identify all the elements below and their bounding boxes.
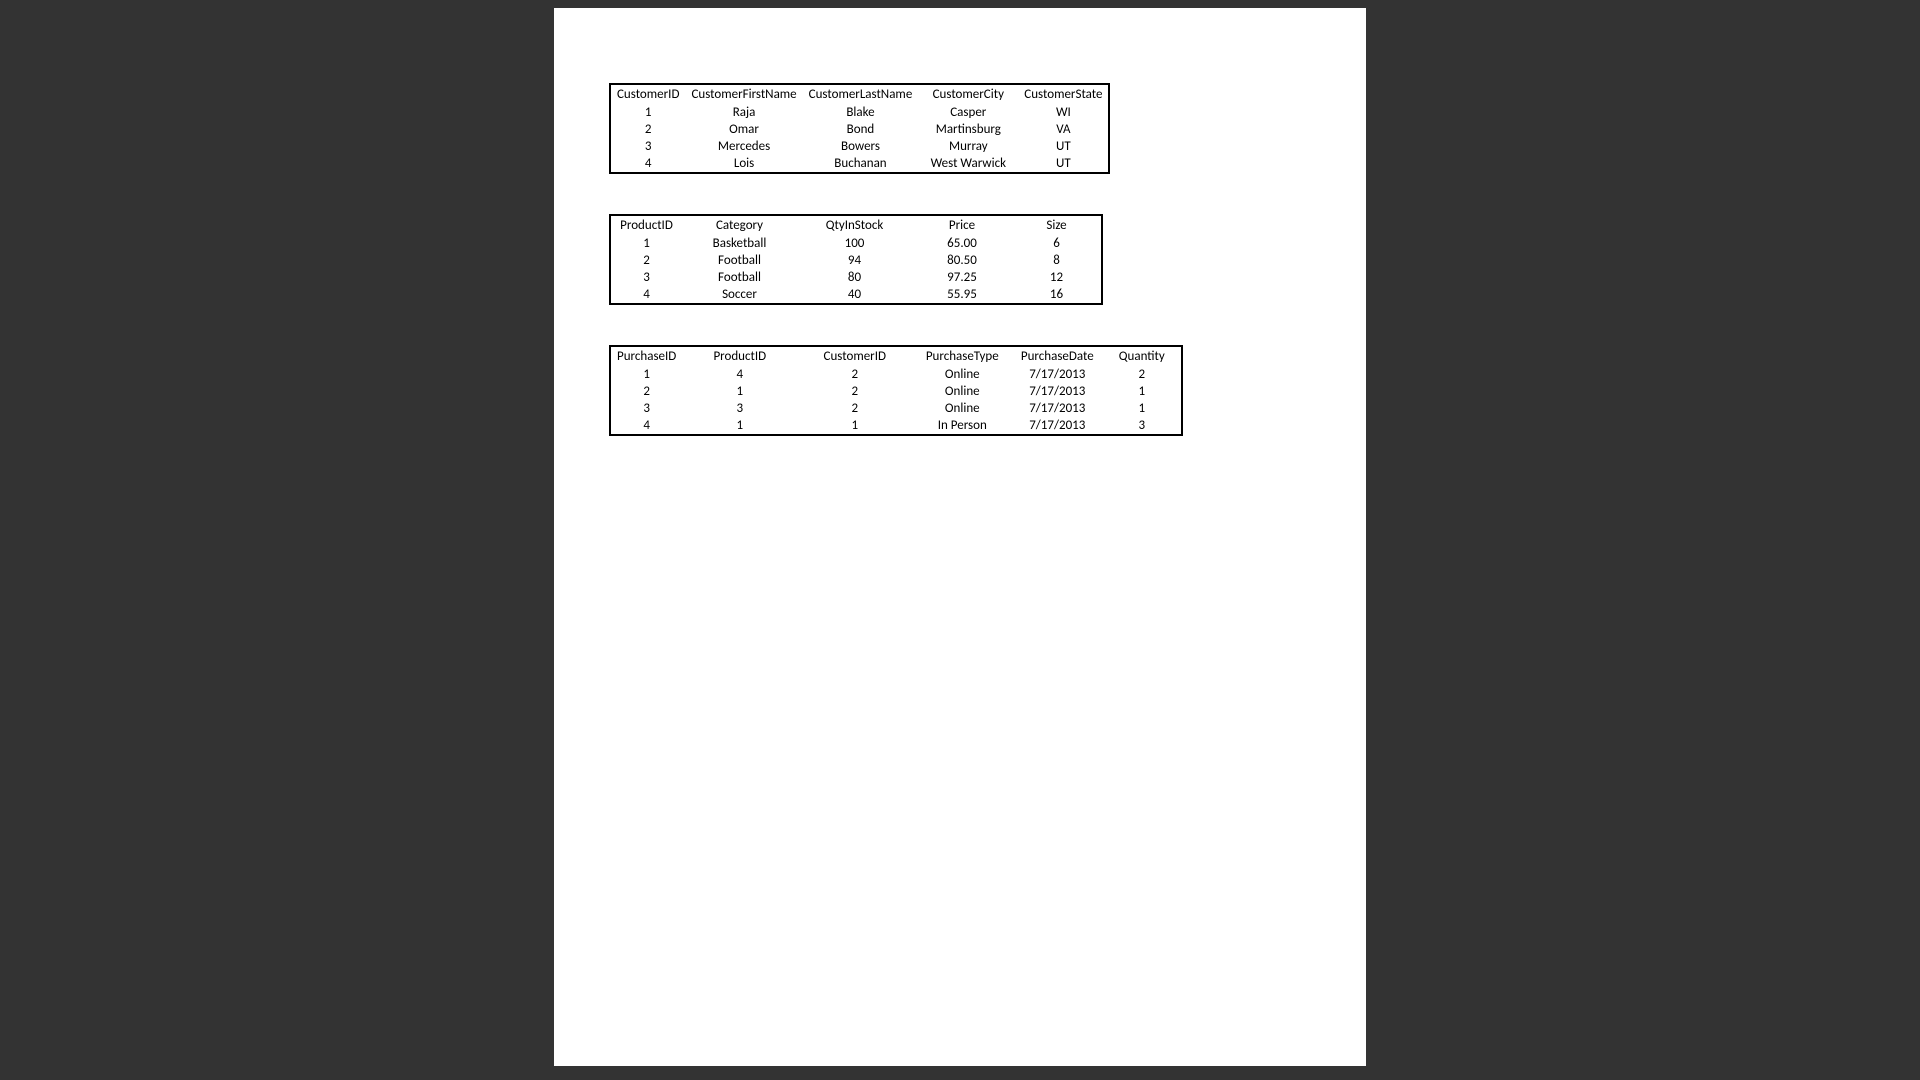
cell: Martinsburg: [918, 121, 1018, 138]
cell: 1: [682, 417, 797, 435]
table-row: 2 Omar Bond Martinsburg VA: [610, 121, 1109, 138]
cell: Bond: [803, 121, 919, 138]
cell: Bowers: [803, 138, 919, 155]
cell: 16: [1012, 286, 1102, 304]
cell: 4: [610, 286, 682, 304]
cell: Buchanan: [803, 155, 919, 173]
cell: 97.25: [912, 269, 1012, 286]
cell: 1: [682, 383, 797, 400]
column-header: Price: [912, 215, 1012, 235]
cell: 7/17/2013: [1012, 366, 1102, 383]
customers-table: CustomerID CustomerFirstName CustomerLas…: [609, 83, 1110, 174]
cell: 55.95: [912, 286, 1012, 304]
column-header: Size: [1012, 215, 1102, 235]
table-row: 2 1 2 Online 7/17/2013 1: [610, 383, 1182, 400]
cell: Football: [682, 252, 797, 269]
table-row: 3 Mercedes Bowers Murray UT: [610, 138, 1109, 155]
cell: 7/17/2013: [1012, 400, 1102, 417]
cell: 100: [797, 235, 912, 252]
cell: 1: [1102, 383, 1182, 400]
column-header: CustomerID: [797, 346, 912, 366]
cell: WI: [1018, 104, 1109, 121]
cell: 94: [797, 252, 912, 269]
cell: Omar: [685, 121, 802, 138]
cell: 2: [797, 400, 912, 417]
cell: 4: [610, 417, 682, 435]
cell: 8: [1012, 252, 1102, 269]
column-header: CustomerLastName: [803, 84, 919, 104]
document-page: CustomerID CustomerFirstName CustomerLas…: [554, 8, 1366, 1066]
column-header: ProductID: [610, 215, 682, 235]
cell: 3: [610, 400, 682, 417]
cell: Online: [912, 366, 1012, 383]
cell: 12: [1012, 269, 1102, 286]
cell: Mercedes: [685, 138, 802, 155]
cell: 80: [797, 269, 912, 286]
cell: 4: [682, 366, 797, 383]
cell: Murray: [918, 138, 1018, 155]
cell: VA: [1018, 121, 1109, 138]
cell: 3: [1102, 417, 1182, 435]
cell: Basketball: [682, 235, 797, 252]
cell: 2: [610, 383, 682, 400]
column-header: CustomerFirstName: [685, 84, 802, 104]
cell: 2: [797, 366, 912, 383]
column-header: Quantity: [1102, 346, 1182, 366]
cell: 7/17/2013: [1012, 417, 1102, 435]
cell: 65.00: [912, 235, 1012, 252]
table-row: 4 Soccer 40 55.95 16: [610, 286, 1102, 304]
cell: Lois: [685, 155, 802, 173]
column-header: CustomerState: [1018, 84, 1109, 104]
cell: Online: [912, 400, 1012, 417]
table-row: 2 Football 94 80.50 8: [610, 252, 1102, 269]
purchases-table: PurchaseID ProductID CustomerID Purchase…: [609, 345, 1183, 436]
cell: 1: [797, 417, 912, 435]
table-row: 4 Lois Buchanan West Warwick UT: [610, 155, 1109, 173]
cell: In Person: [912, 417, 1012, 435]
column-header: Category: [682, 215, 797, 235]
products-table: ProductID Category QtyInStock Price Size…: [609, 214, 1103, 305]
cell: Blake: [803, 104, 919, 121]
cell: UT: [1018, 155, 1109, 173]
column-header: QtyInStock: [797, 215, 912, 235]
cell: Football: [682, 269, 797, 286]
table-row: 4 1 1 In Person 7/17/2013 3: [610, 417, 1182, 435]
cell: 80.50: [912, 252, 1012, 269]
cell: 3: [610, 138, 685, 155]
cell: 1: [610, 366, 682, 383]
column-header: PurchaseDate: [1012, 346, 1102, 366]
cell: 4: [610, 155, 685, 173]
cell: 6: [1012, 235, 1102, 252]
column-header: ProductID: [682, 346, 797, 366]
cell: 2: [610, 252, 682, 269]
cell: 1: [1102, 400, 1182, 417]
column-header: PurchaseID: [610, 346, 682, 366]
table-row: 3 Football 80 97.25 12: [610, 269, 1102, 286]
cell: 7/17/2013: [1012, 383, 1102, 400]
cell: West Warwick: [918, 155, 1018, 173]
column-header: PurchaseType: [912, 346, 1012, 366]
column-header: CustomerID: [610, 84, 685, 104]
table-row: 1 Raja Blake Casper WI: [610, 104, 1109, 121]
cell: 2: [610, 121, 685, 138]
cell: 2: [797, 383, 912, 400]
cell: Online: [912, 383, 1012, 400]
cell: 40: [797, 286, 912, 304]
cell: 3: [610, 269, 682, 286]
cell: 1: [610, 235, 682, 252]
column-header: CustomerCity: [918, 84, 1018, 104]
cell: 1: [610, 104, 685, 121]
table-row: 1 Basketball 100 65.00 6: [610, 235, 1102, 252]
table-row: 3 3 2 Online 7/17/2013 1: [610, 400, 1182, 417]
table-header-row: ProductID Category QtyInStock Price Size: [610, 215, 1102, 235]
cell: Soccer: [682, 286, 797, 304]
cell: Raja: [685, 104, 802, 121]
table-header-row: PurchaseID ProductID CustomerID Purchase…: [610, 346, 1182, 366]
cell: Casper: [918, 104, 1018, 121]
cell: 3: [682, 400, 797, 417]
cell: 2: [1102, 366, 1182, 383]
table-header-row: CustomerID CustomerFirstName CustomerLas…: [610, 84, 1109, 104]
cell: UT: [1018, 138, 1109, 155]
table-row: 1 4 2 Online 7/17/2013 2: [610, 366, 1182, 383]
